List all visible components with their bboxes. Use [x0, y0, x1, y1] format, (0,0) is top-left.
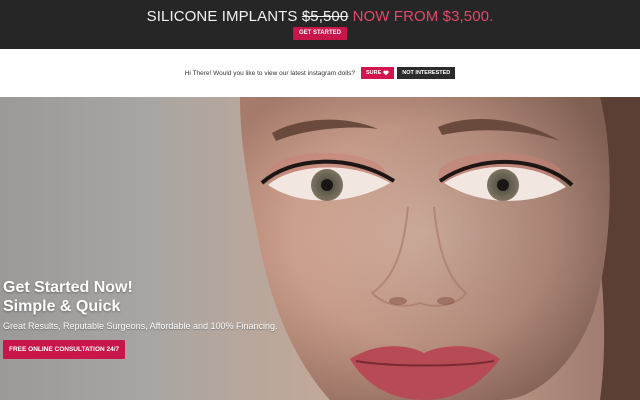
promo-prefix: SILICONE IMPLANTS	[146, 8, 298, 25]
not-interested-button[interactable]: NOT INTERESTED	[397, 67, 456, 79]
hero-heading-line-2: Simple & Quick	[3, 298, 121, 315]
heart-icon	[383, 70, 389, 76]
hero-subtext: Great Results, Reputable Surgeons, Affor…	[3, 321, 278, 331]
instagram-prompt-bar: Hi There! Would you like to view our lat…	[0, 49, 640, 97]
sure-button[interactable]: SURE	[361, 67, 395, 79]
promo-offer: NOW FROM $3,500.	[352, 8, 494, 25]
sure-button-label: SURE	[366, 70, 382, 76]
get-started-button[interactable]: GET STARTED	[293, 27, 347, 40]
hero-copy: Get Started Now! Simple & Quick Great Re…	[3, 278, 278, 331]
promo-bar: SILICONE IMPLANTS $5,500 NOW FROM $3,500…	[0, 0, 640, 49]
instagram-prompt-text: Hi There! Would you like to view our lat…	[184, 69, 356, 77]
hero-heading-line-1: Get Started Now!	[3, 279, 133, 296]
free-consultation-button[interactable]: FREE ONLINE CONSULTATION 24/7	[3, 340, 126, 359]
promo-headline: SILICONE IMPLANTS $5,500 NOW FROM $3,500…	[0, 8, 640, 25]
promo-old-price: $5,500	[301, 8, 349, 25]
hero-section: Get Started Now! Simple & Quick Great Re…	[0, 97, 640, 400]
